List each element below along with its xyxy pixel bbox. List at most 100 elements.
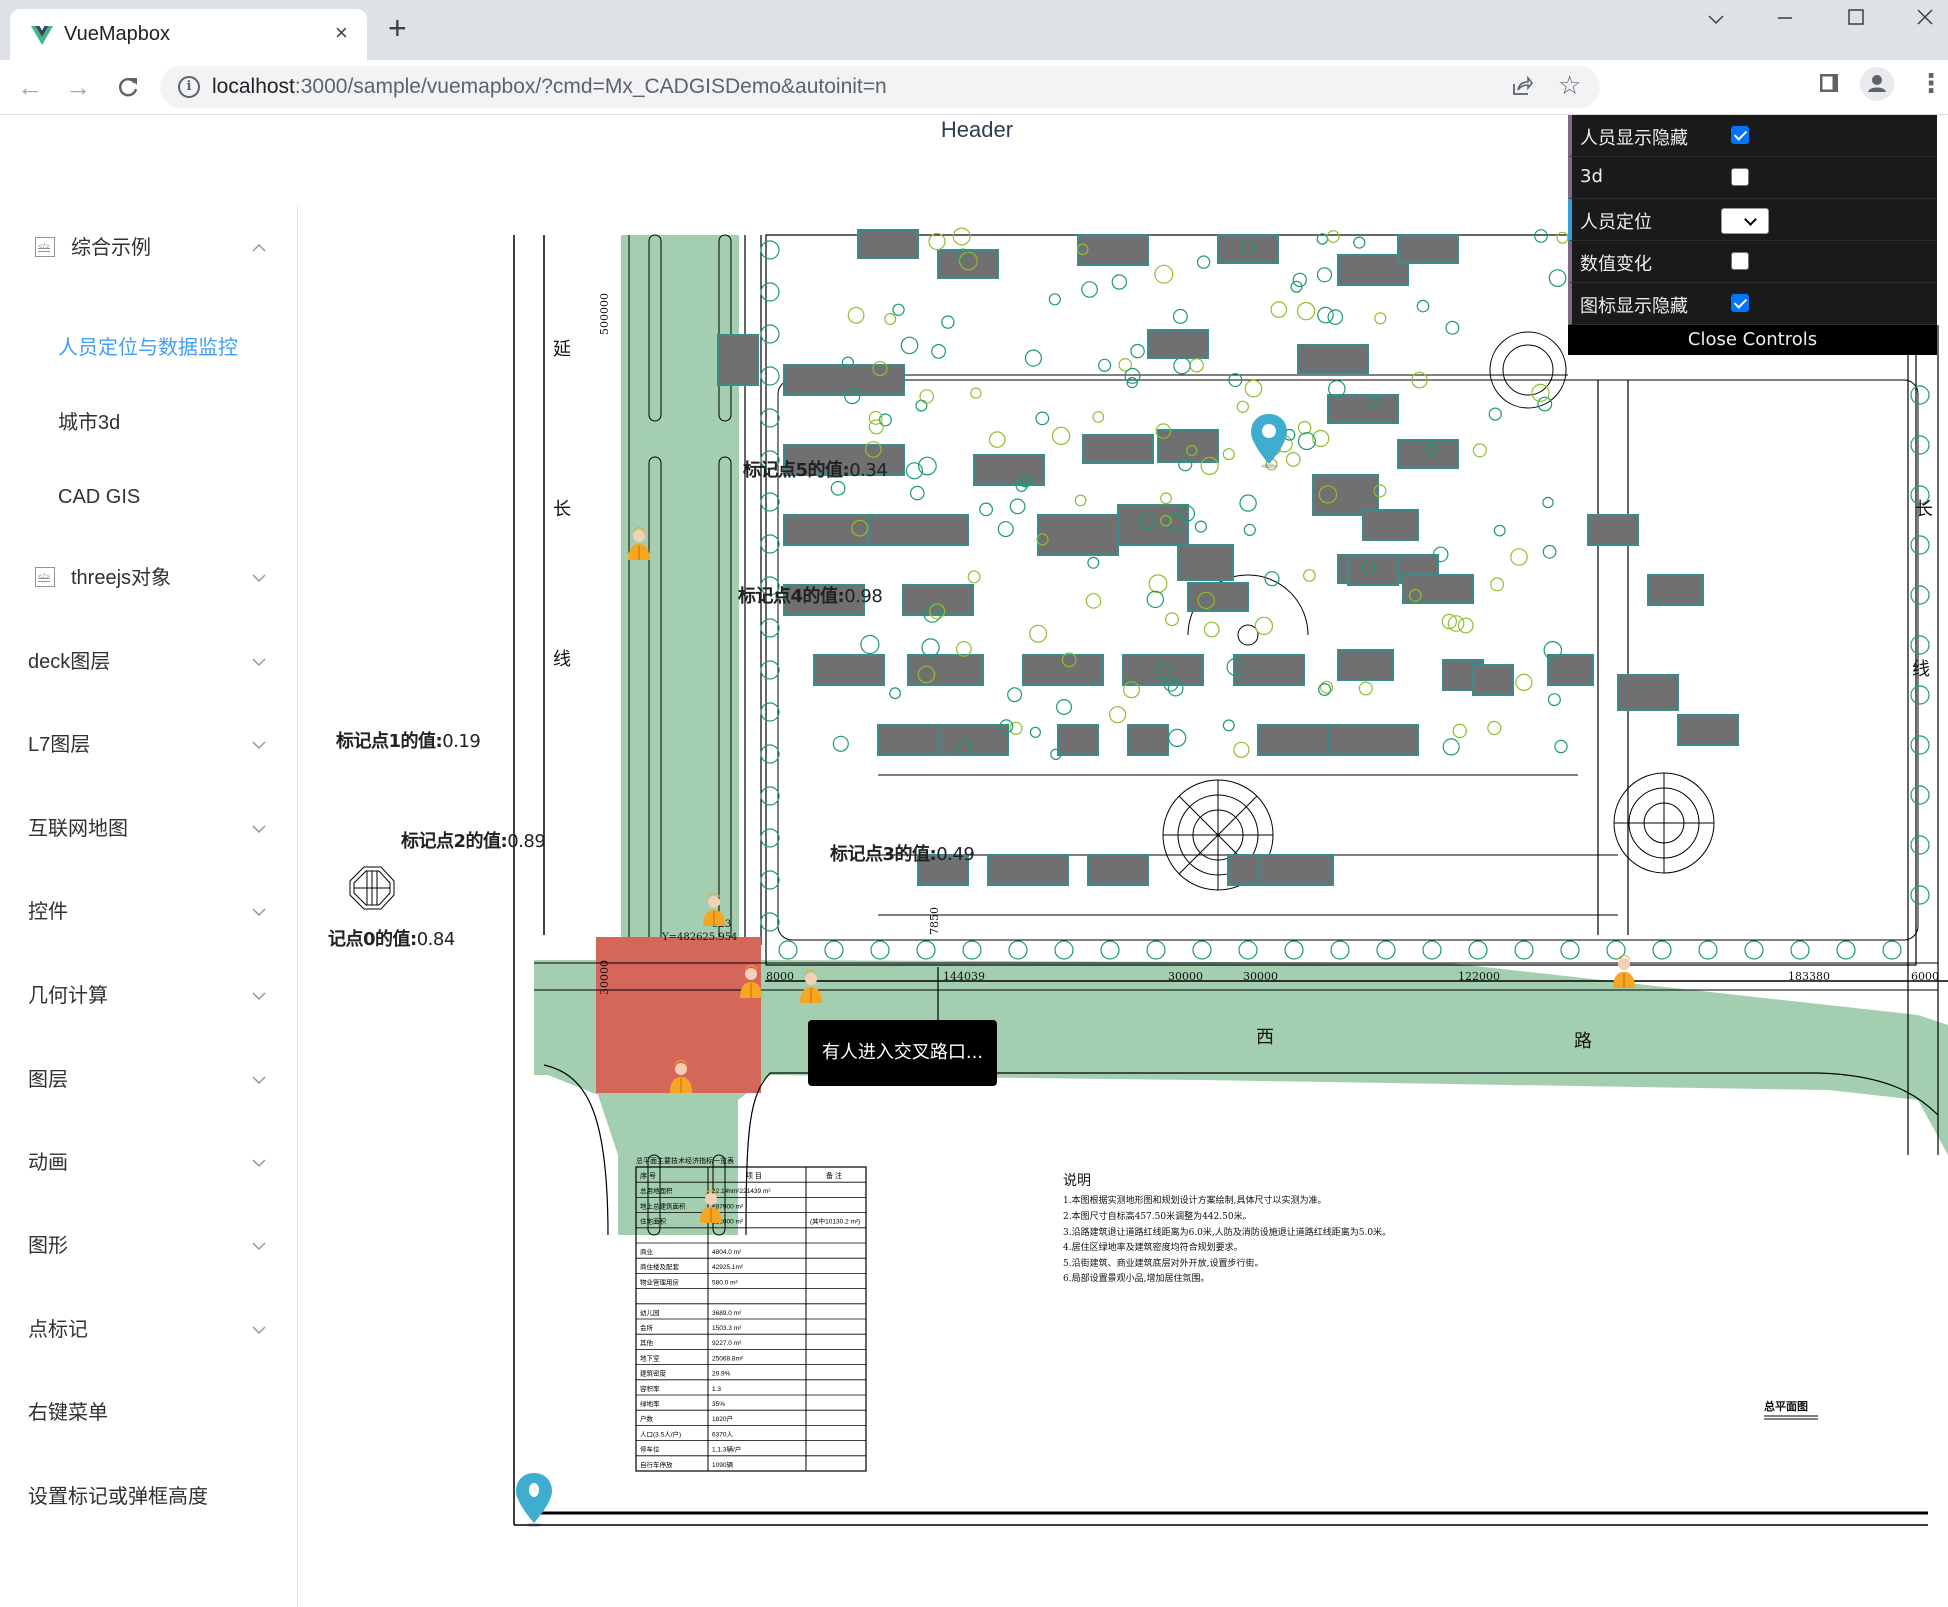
worker-person-icon[interactable] xyxy=(738,965,764,999)
person-visibility-checkbox[interactable] xyxy=(1731,126,1749,144)
tree-symbol xyxy=(1790,940,1810,960)
table-cell: 容积率 xyxy=(640,1384,660,1393)
sidebar-item-11[interactable]: 动画 xyxy=(0,1135,297,1191)
sidebar-item-2[interactable]: 城市3d xyxy=(0,395,297,451)
chevron-down-icon xyxy=(252,801,266,857)
table-cell: 地上总建筑面积 xyxy=(640,1201,686,1210)
profile-avatar-icon[interactable] xyxy=(1860,67,1894,106)
worker-person-icon[interactable] xyxy=(698,1190,724,1224)
sidebar-item-10[interactable]: 图层 xyxy=(0,1052,297,1108)
sidebar-item-5[interactable]: deck图层 xyxy=(0,634,297,690)
building-block xyxy=(1402,574,1474,604)
new-tab-button[interactable]: + xyxy=(388,12,407,44)
control-label: 人员显示隐藏 xyxy=(1580,128,1688,149)
sidebar-item-label: 动画 xyxy=(28,1152,68,1174)
tree-symbol xyxy=(760,702,780,722)
road-label-chang: 长 xyxy=(553,499,571,520)
tree-symbol xyxy=(1554,739,1568,754)
tree-symbol xyxy=(760,828,780,848)
sidebar-item-14[interactable]: 右键菜单 xyxy=(0,1385,297,1441)
minimize-button[interactable] xyxy=(1765,6,1805,32)
alert-popup[interactable]: 有人进入交叉路口... xyxy=(808,1020,997,1096)
tree-symbol xyxy=(760,408,780,428)
share-icon[interactable] xyxy=(1510,74,1534,104)
tree-symbol xyxy=(1910,735,1930,755)
sidebar-item-9[interactable]: 几何计算 xyxy=(0,968,297,1024)
sidebar-item-8[interactable]: 控件 xyxy=(0,884,297,940)
tree-symbol xyxy=(1358,681,1373,696)
table-header: 序 号 xyxy=(640,1171,656,1180)
tree-symbol xyxy=(1910,385,1930,405)
road-label-chang-east: 长 xyxy=(1915,499,1933,520)
tree-symbol xyxy=(1416,299,1430,313)
tree-symbol xyxy=(1910,885,1930,905)
tree-symbol xyxy=(870,940,890,960)
url-omnibox[interactable]: i localhost:3000/sample/vuemapbox/?cmd=M… xyxy=(160,66,1600,108)
sidebar-item-12[interactable]: 图形 xyxy=(0,1218,297,1274)
browser-tab[interactable]: VueMapbox × xyxy=(10,9,367,60)
tree-symbol xyxy=(921,638,940,657)
tree-symbol xyxy=(1515,673,1533,692)
note-line: 5.沿街建筑、商业建筑底层对外开放,设置步行街。 xyxy=(1063,1257,1263,1269)
tree-symbol xyxy=(1910,585,1930,605)
sidebar-item-3[interactable]: CAD GIS xyxy=(0,469,297,525)
bookmark-star-icon[interactable]: ☆ xyxy=(1558,70,1581,101)
worker-person-icon[interactable] xyxy=(668,1060,694,1094)
control-person-visibility: 人员显示隐藏 xyxy=(1568,115,1937,157)
table-cell: 停车位 xyxy=(640,1445,660,1454)
maximize-button[interactable] xyxy=(1836,6,1876,32)
sidebar-item-1[interactable]: 人员定位与数据监控 xyxy=(0,320,297,376)
sidebar-item-4[interactable]: threejs对象 xyxy=(0,549,297,606)
worker-person-icon[interactable] xyxy=(798,970,824,1004)
forward-button[interactable]: → xyxy=(60,70,96,104)
sidebar-item-label: 城市3d xyxy=(58,412,121,434)
side-panel-icon[interactable] xyxy=(1818,72,1840,99)
sidebar-item-15[interactable]: 设置标记或弹框高度 xyxy=(0,1469,297,1525)
icon-visibility-checkbox[interactable] xyxy=(1731,294,1749,312)
tree-symbol xyxy=(1374,312,1387,325)
worker-person-icon[interactable] xyxy=(1611,955,1637,989)
building-block xyxy=(1362,509,1419,541)
location-pin-icon[interactable] xyxy=(514,1471,554,1527)
building-block xyxy=(867,514,969,546)
value-change-checkbox[interactable] xyxy=(1731,252,1749,270)
3d-checkbox[interactable] xyxy=(1731,168,1749,186)
browser-menu-icon[interactable]: ⋮ xyxy=(1918,68,1944,99)
code-document-icon xyxy=(35,549,55,605)
back-button[interactable]: ← xyxy=(12,70,48,104)
table-cell: 其他 xyxy=(640,1338,654,1347)
tree-symbol xyxy=(1882,940,1902,960)
tree-symbol xyxy=(778,940,798,960)
tree-symbol xyxy=(1317,306,1334,324)
sidebar-item-6[interactable]: L7图层 xyxy=(0,717,297,773)
tree-symbol xyxy=(1008,940,1028,960)
tree-symbol xyxy=(1284,940,1304,960)
location-pin-icon[interactable] xyxy=(1249,412,1289,468)
table-cell: 绿地率 xyxy=(640,1399,660,1408)
tab-search-icon[interactable] xyxy=(1696,6,1736,32)
sidebar-item-label: 图形 xyxy=(28,1235,68,1257)
worker-person-icon[interactable] xyxy=(701,893,727,927)
sidebar-item-label: 设置标记或弹框高度 xyxy=(28,1486,208,1508)
close-controls-button[interactable]: Close Controls xyxy=(1568,325,1937,355)
building-block xyxy=(1347,554,1399,586)
dim-label: 6000 xyxy=(1911,970,1939,983)
sidebar-item-7[interactable]: 互联网地图 xyxy=(0,801,297,857)
url-text[interactable]: localhost:3000/sample/vuemapbox/?cmd=Mx_… xyxy=(212,75,887,99)
tree-symbol xyxy=(760,240,780,260)
map-canvas[interactable]: 延 长 线 长 线 纬 西 路 500000 30000 8000 144039… xyxy=(298,155,1948,1607)
worker-person-icon[interactable] xyxy=(626,527,652,561)
sidebar-item-label: 人员定位与数据监控 xyxy=(58,337,238,359)
close-tab-icon[interactable]: × xyxy=(335,19,348,47)
tree-symbol xyxy=(884,313,897,326)
reload-button[interactable] xyxy=(110,70,146,107)
page-header: Header xyxy=(940,117,1014,142)
sidebar-item-0[interactable]: 综合示例 xyxy=(0,219,297,276)
info-icon[interactable]: i xyxy=(178,76,200,98)
code-document-icon xyxy=(35,219,55,275)
person-location-select[interactable] xyxy=(1721,208,1769,234)
close-window-button[interactable] xyxy=(1905,6,1945,32)
building-block xyxy=(877,724,939,756)
tree-symbol xyxy=(1100,940,1120,960)
sidebar-item-13[interactable]: 点标记 xyxy=(0,1302,297,1358)
